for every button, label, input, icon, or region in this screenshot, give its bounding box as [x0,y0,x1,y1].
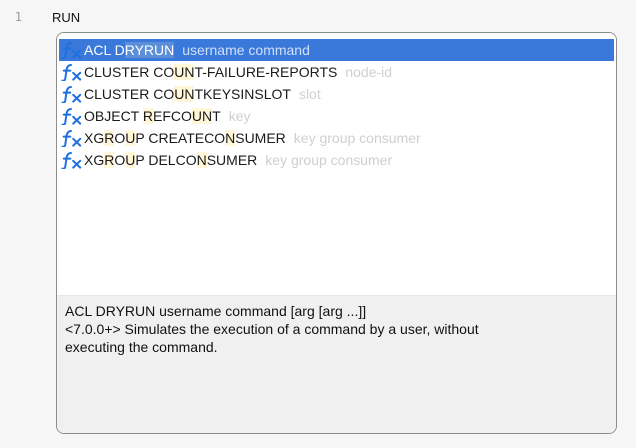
suggestion-name-part-1: XG [84,152,105,168]
suggestion-args: key group consumer [265,152,393,168]
details-description: <7.0.0+> Simulates the execution of a co… [65,321,479,337]
suggestion-item[interactable]: CLUSTER COUNT-FAILURE-REPORTS node-id [59,61,614,83]
suggestion-name-part-4: SUMER [235,130,286,146]
suggestion-name-part-3: T [212,108,221,124]
suggestion-name-part-2: O [114,152,126,168]
suggestion-details: ACL DRYRUN username command [arg [arg ..… [57,295,616,433]
autocomplete-popup: ACL DRYRUN username command CLUSTER COUN… [56,32,617,434]
suggestion-name-match: R [142,108,153,124]
suggestion-args: slot [298,86,321,102]
suggestion-item[interactable]: XGROUP DELCONSUMER key group consumer [59,149,614,171]
suggestion-name-match: UN [174,64,195,80]
suggestion-name-part-1: XG [84,130,105,146]
suggestion-name: ACL DRYRUN [84,42,175,58]
suggestion-name-match: N [225,130,236,146]
suggestion-item[interactable]: CLUSTER COUNTKEYSINSLOT slot [59,83,614,105]
suggestion-name-part-2: O [114,130,126,146]
suggestion-name-match: U [125,130,136,146]
suggestion-item[interactable]: OBJECT REFCOUNT key [59,105,614,127]
suggestion-name-part-2: T-FAILURE-REPORTS [194,64,338,80]
code-editor[interactable]: 1 RUN ACL DRYRUN username command CLUSTE… [0,0,636,448]
suggestion-name-match: RUN [143,42,175,58]
suggestion-args: key group consumer [293,130,421,146]
suggestion-item[interactable]: XGROUP CREATECONSUMER key group consumer [59,127,614,149]
suggestion-name-part-1: ACL D [84,42,125,58]
suggestion-name-part-4: SUMER [206,152,258,168]
line-number: 1 [14,10,22,24]
suggestion-name-part-3: P DELCO [135,152,197,168]
suggestion-name: CLUSTER COUNT-FAILURE-REPORTS [84,64,337,80]
suggestion-name-part-2: EFCO [153,108,192,124]
editor-line[interactable]: 1 RUN [0,6,636,28]
function-icon [59,106,83,126]
suggestion-name-part-2: TKEYSINSLOT [194,86,291,102]
suggestion-name-match: UN [191,108,213,124]
line-text[interactable]: RUN [52,10,80,25]
suggestion-name-part-1: CLUSTER CO [84,86,175,102]
suggestion-name: XGROUP DELCONSUMER [84,152,257,168]
suggestion-name-part-1: CLUSTER CO [84,64,175,80]
suggestion-name-part-3: P CREATECO [135,130,226,146]
suggestion-name: XGROUP CREATECONSUMER [84,130,286,146]
suggestion-args: node-id [345,64,393,80]
details-description-continued: executing the command. [65,339,218,355]
suggestion-name-match: RY [124,42,144,58]
function-icon [59,150,83,170]
function-icon [59,62,83,82]
suggestion-args: username command [182,42,310,58]
suggestion-name-match: R [104,130,115,146]
suggestion-name-match: UN [174,86,195,102]
function-icon [59,84,83,104]
function-icon [59,128,83,148]
suggestion-name-match: N [196,152,207,168]
suggestion-item[interactable]: ACL DRYRUN username command [59,39,614,61]
suggestion-name: CLUSTER COUNTKEYSINSLOT [84,86,291,102]
suggestion-name-match: R [104,152,115,168]
suggestion-args: key [228,108,251,124]
suggestion-name-part-1: OBJECT [84,108,143,124]
suggestion-name-match: U [125,152,136,168]
function-icon [59,40,83,60]
details-signature: ACL DRYRUN username command [arg [arg ..… [65,303,367,319]
suggestion-name: OBJECT REFCOUNT [84,108,221,124]
suggestion-list[interactable]: ACL DRYRUN username command CLUSTER COUN… [57,33,616,295]
